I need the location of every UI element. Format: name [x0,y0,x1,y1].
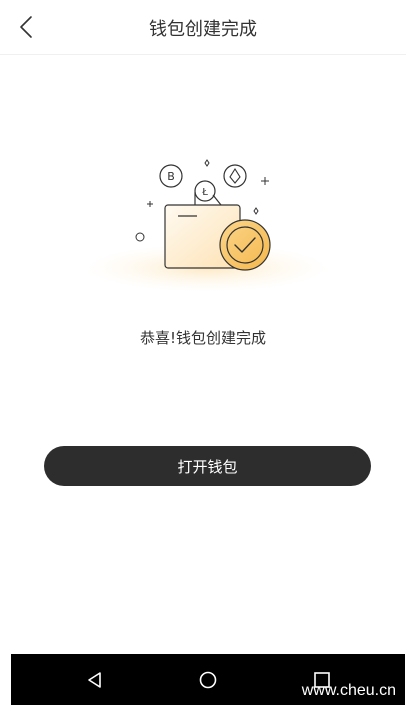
top-app-bar: 钱包创建完成 [0,0,406,55]
bitcoin-coin-icon: B [159,164,183,188]
svg-text:B: B [167,170,175,183]
site-watermark: www.cheu.cn [301,682,396,699]
open-wallet-button[interactable]: 打开钱包 [44,446,371,486]
ether-coin-icon [223,164,247,188]
triangle-back-icon[interactable] [83,668,107,692]
svg-text:Ł: Ł [201,187,208,198]
success-message: 恭喜!钱包创建完成 [139,329,266,347]
litecoin-coin-icon: Ł [194,180,216,202]
page-title: 钱包创建完成 [149,19,257,40]
wallet-success-illustration: B Ł [85,159,329,292]
circle-home-icon[interactable] [196,668,220,692]
check-circle-icon [219,219,271,271]
